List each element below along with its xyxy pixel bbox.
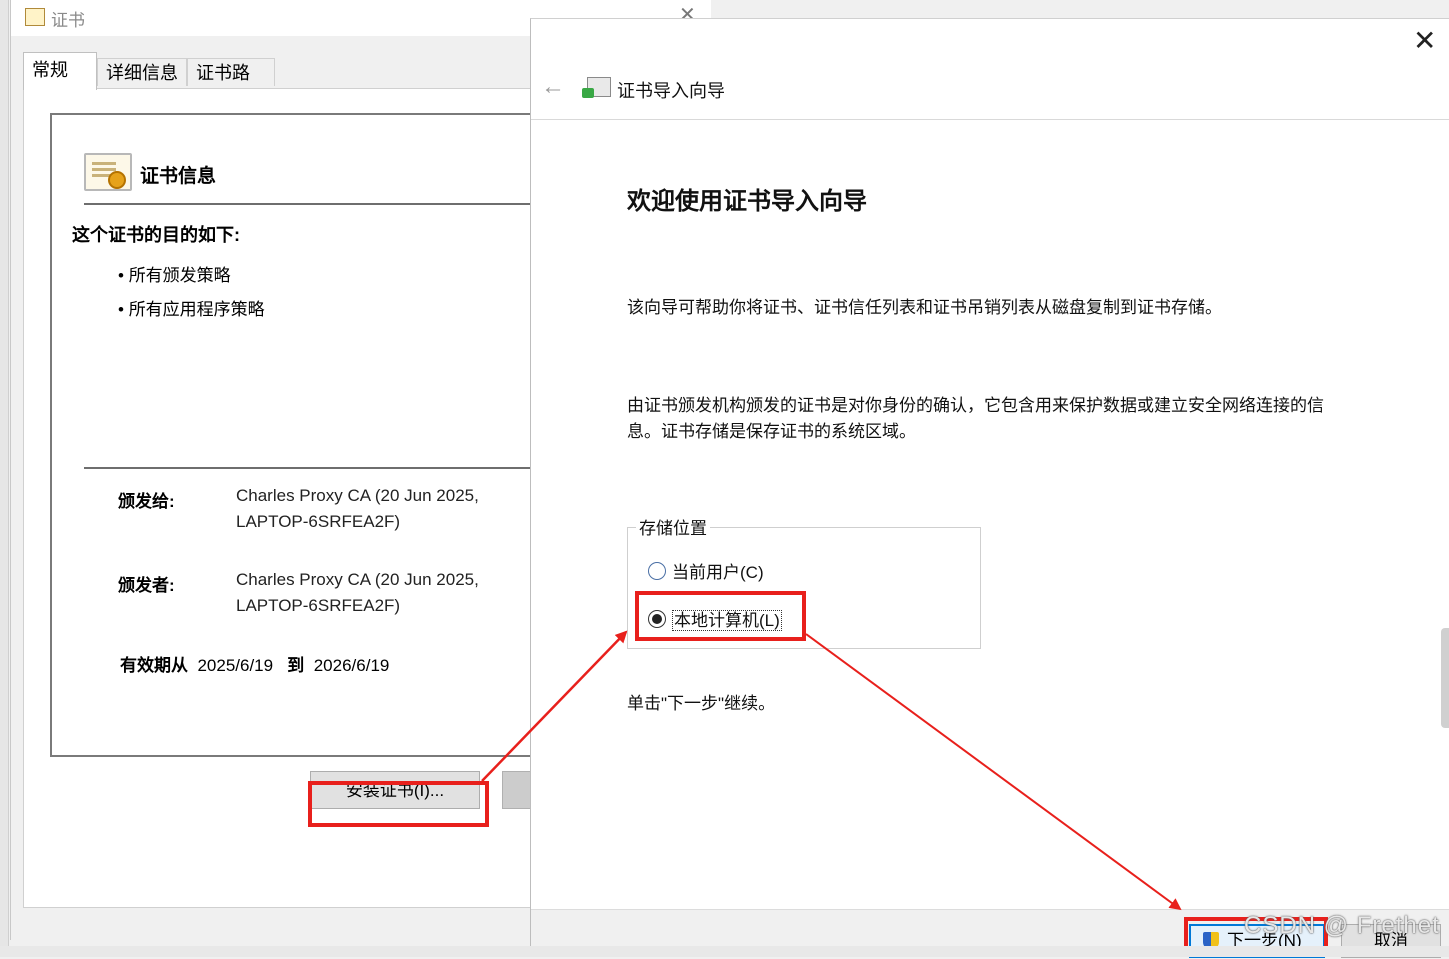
close-icon[interactable]: ✕ [1413,27,1436,55]
issued-by-value: Charles Proxy CA (20 Jun 2025, LAPTOP-6S… [236,570,479,615]
tab-general[interactable]: 常规 [23,52,97,90]
tab-cert-path[interactable]: 证书路径 [187,58,275,111]
radio-button[interactable] [648,562,666,580]
watermark: CSDN @ Frethet [1244,912,1440,939]
radio-current-user[interactable]: 当前用户(C) [648,558,764,583]
issued-to-label: 颁发给: [118,492,175,511]
divider [531,119,1449,120]
validity-period: 有效期从 2025/6/19 到 2026/6/19 [120,656,390,675]
scroll-edge-handle[interactable] [1441,628,1449,728]
taskbar-strip [0,946,1449,957]
certificate-icon [25,8,45,26]
wizard-title: 证书导入向导 [617,81,725,101]
store-location-legend: 存储位置 [636,514,710,539]
import-wizard-icon [582,77,611,98]
wizard-heading: 欢迎使用证书导入向导 [627,188,867,215]
purpose-heading: 这个证书的目的如下: [72,225,240,245]
window-title: 证书 [51,11,85,30]
purpose-item: • 所有应用程序策略 [118,300,265,319]
background-window-edge [0,0,9,957]
tab-details[interactable]: 详细信息 [97,58,187,86]
wizard-description: 该向导可帮助你将证书、证书信任列表和证书吊销列表从磁盘复制到证书存储。 [627,298,1222,317]
continue-hint: 单击"下一步"继续。 [627,694,776,713]
issued-by-label: 颁发者: [118,576,175,595]
wizard-explanation: 由证书颁发机构颁发的证书是对你身份的确认，它包含用来保护数据或建立安全网络连接的… [627,396,1324,441]
info-title: 证书信息 [140,166,217,187]
back-arrow-icon[interactable]: ← [541,73,565,101]
certificate-import-wizard: ✕ ← 证书导入向导 欢迎使用证书导入向导 该向导可帮助你将证书、证书信任列表和… [530,18,1449,959]
issued-to-value: Charles Proxy CA (20 Jun 2025, LAPTOP-6S… [236,486,479,531]
certificate-seal-icon [84,153,132,191]
install-button-highlight [308,781,489,827]
purpose-item: • 所有颁发策略 [118,266,231,285]
local-machine-highlight [635,591,806,641]
